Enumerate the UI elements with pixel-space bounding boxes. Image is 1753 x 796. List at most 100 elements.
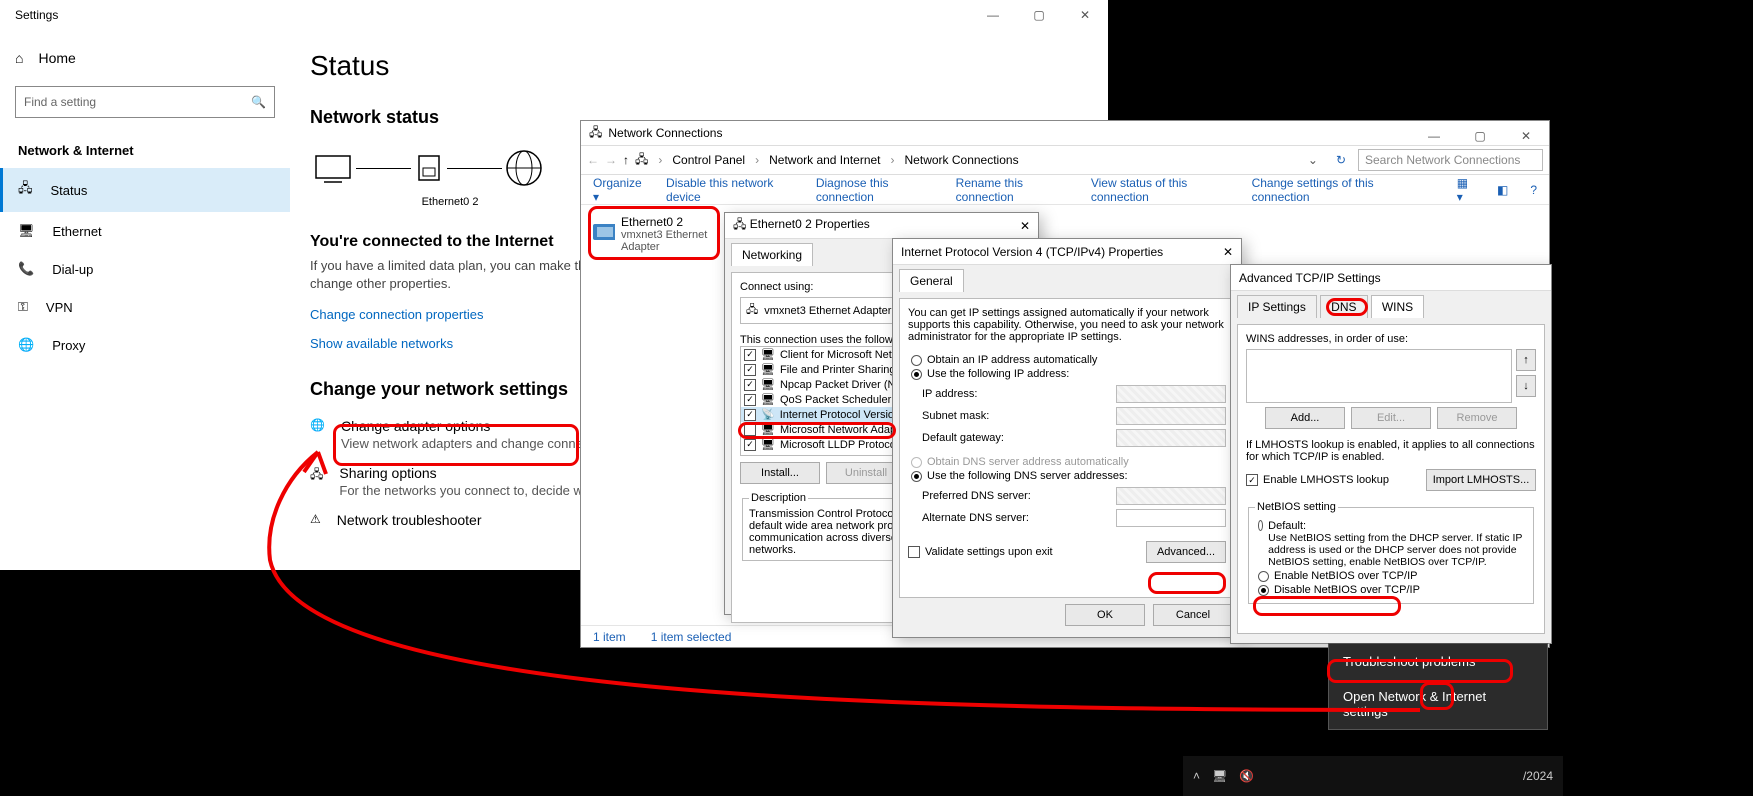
dns2-input[interactable] [1116, 509, 1226, 527]
wins-tab[interactable]: WINS [1371, 295, 1424, 318]
search-input[interactable]: Search Network Connections [1358, 149, 1543, 171]
close-button[interactable]: ✕ [1503, 121, 1549, 151]
radio-static-dns[interactable] [911, 471, 922, 482]
find-setting-input[interactable]: Find a setting 🔍 [15, 86, 275, 118]
netbios-legend: NetBIOS setting [1255, 501, 1338, 513]
ipv4-properties-dialog: Internet Protocol Version 4 (TCP/IPv4) P… [892, 238, 1242, 638]
dns-tab[interactable]: DNS [1320, 295, 1367, 318]
dns2-label: Alternate DNS server: [922, 512, 1029, 524]
adapter-icon: 🖧 [746, 301, 758, 320]
refresh-icon[interactable]: ↻ [1330, 153, 1352, 167]
view-status[interactable]: View status of this connection [1091, 176, 1230, 204]
radio-auto-dns[interactable] [911, 457, 922, 468]
nav-proxy[interactable]: 🌐Proxy [0, 326, 290, 364]
advanced-button[interactable]: Advanced... [1146, 541, 1226, 563]
nc-title-text: Network Connections [608, 126, 722, 140]
change-settings[interactable]: Change settings of this connection [1252, 176, 1413, 204]
radio-static-ip[interactable] [911, 369, 922, 380]
maximize-button[interactable]: ▢ [1016, 0, 1062, 30]
pc-icon [310, 150, 356, 186]
checkbox[interactable] [744, 439, 756, 451]
troubleshoot-icon: ⚠ [310, 512, 321, 526]
nav-ethernet[interactable]: 🖥 Ethernet [0, 212, 290, 250]
move-up-button[interactable]: ↑ [1516, 349, 1536, 371]
up-icon[interactable]: ↑ [623, 153, 629, 167]
radio-label: Obtain an IP address automatically [927, 354, 1097, 366]
volume-tray-icon[interactable]: 🔇 [1239, 769, 1254, 783]
checkbox[interactable] [744, 409, 756, 421]
ethernet-icon: 🖥 [18, 223, 35, 239]
view-icon[interactable]: ▦ ▾ [1457, 176, 1475, 204]
nav-label: Ethernet [53, 224, 102, 239]
close-button[interactable]: ✕ [1062, 0, 1108, 30]
crumb[interactable]: Control Panel [672, 153, 745, 167]
dlg-title: Advanced TCP/IP Settings [1239, 271, 1381, 285]
network-tray-icon[interactable]: 🖥 [1212, 769, 1227, 783]
gw-input[interactable] [1116, 429, 1226, 447]
maximize-button[interactable]: ▢ [1457, 121, 1503, 151]
chevron-down-icon[interactable]: ⌄ [1302, 153, 1324, 167]
minimize-button[interactable]: — [1411, 121, 1457, 151]
description-label: Description [749, 492, 808, 504]
checkbox[interactable] [744, 349, 756, 361]
tray-chevron-icon[interactable]: ˄ [1193, 769, 1200, 783]
organize-menu[interactable]: Organize ▾ [593, 176, 644, 204]
settings-title: Settings [15, 8, 58, 22]
nav-label: VPN [46, 300, 73, 315]
rename-connection[interactable]: Rename this connection [956, 176, 1069, 204]
edit-button[interactable]: Edit... [1351, 407, 1431, 429]
radio-auto-ip[interactable] [911, 355, 922, 366]
adapter-item[interactable]: Ethernet0 2 vmxnet3 Ethernet Adapter [591, 215, 711, 253]
radio-nb-disable[interactable] [1258, 585, 1269, 596]
open-network-settings-menu-item[interactable]: Open Network & Internet settings [1329, 679, 1547, 729]
remove-button[interactable]: Remove [1437, 407, 1517, 429]
nav-vpn[interactable]: ⚿VPN [0, 288, 290, 326]
import-lmhosts-button[interactable]: Import LMHOSTS... [1426, 469, 1536, 491]
checkbox[interactable] [744, 364, 756, 376]
radio-nb-default[interactable] [1258, 520, 1263, 531]
minimize-button[interactable]: — [970, 0, 1016, 30]
add-button[interactable]: Add... [1265, 407, 1345, 429]
home-button[interactable]: ⌂ Home [0, 40, 290, 76]
ok-button[interactable]: OK [1065, 604, 1145, 626]
nb-disable-label: Disable NetBIOS over TCP/IP [1274, 584, 1420, 596]
troubleshoot-menu-item[interactable]: Troubleshoot problems [1329, 644, 1547, 679]
crumb[interactable]: Network Connections [905, 153, 1019, 167]
checkbox[interactable] [744, 379, 756, 391]
move-down-button[interactable]: ↓ [1516, 375, 1536, 397]
radio-nb-enable[interactable] [1258, 571, 1269, 582]
adapter-field: vmxnet3 Ethernet Adapter [764, 305, 891, 317]
address-bar[interactable]: ← → ↑ 🖧 › Control Panel› Network and Int… [581, 145, 1549, 175]
disable-device[interactable]: Disable this network device [666, 176, 794, 204]
forward-icon[interactable]: → [605, 153, 617, 167]
checkbox[interactable] [744, 394, 756, 406]
ip-settings-tab[interactable]: IP Settings [1237, 295, 1317, 318]
dns1-input[interactable] [1116, 487, 1226, 505]
clock[interactable]: /2024 [1523, 769, 1553, 783]
diagnose-connection[interactable]: Diagnose this connection [816, 176, 934, 204]
lmhosts-checkbox[interactable] [1246, 474, 1258, 486]
checkbox[interactable] [744, 424, 756, 436]
list-item[interactable]: QoS Packet Scheduler [780, 394, 891, 406]
install-button[interactable]: Install... [740, 462, 820, 484]
crumb[interactable]: Network and Internet [769, 153, 880, 167]
preview-pane-icon[interactable]: ◧ [1497, 183, 1508, 197]
help-icon[interactable]: ? [1530, 183, 1537, 197]
back-icon[interactable]: ← [587, 153, 599, 167]
networking-tab[interactable]: Networking [731, 243, 813, 266]
nav-status[interactable]: 🖧Status [0, 168, 290, 212]
adapter-options-icon: 🌐 [310, 418, 325, 432]
close-icon[interactable]: ✕ [1223, 245, 1233, 259]
validate-checkbox[interactable] [908, 546, 920, 558]
proxy-icon: 🌐 [18, 337, 34, 353]
general-tab[interactable]: General [899, 269, 964, 292]
ip-input[interactable] [1116, 385, 1226, 403]
validate-label: Validate settings upon exit [925, 546, 1053, 558]
mask-input[interactable] [1116, 407, 1226, 425]
nav-dialup[interactable]: 📞Dial-up [0, 250, 290, 288]
home-label: Home [38, 50, 75, 66]
cancel-button[interactable]: Cancel [1153, 604, 1233, 626]
wins-listbox[interactable] [1246, 349, 1512, 403]
close-icon[interactable]: ✕ [1020, 219, 1030, 233]
status-icon: 🖧 [18, 179, 33, 201]
